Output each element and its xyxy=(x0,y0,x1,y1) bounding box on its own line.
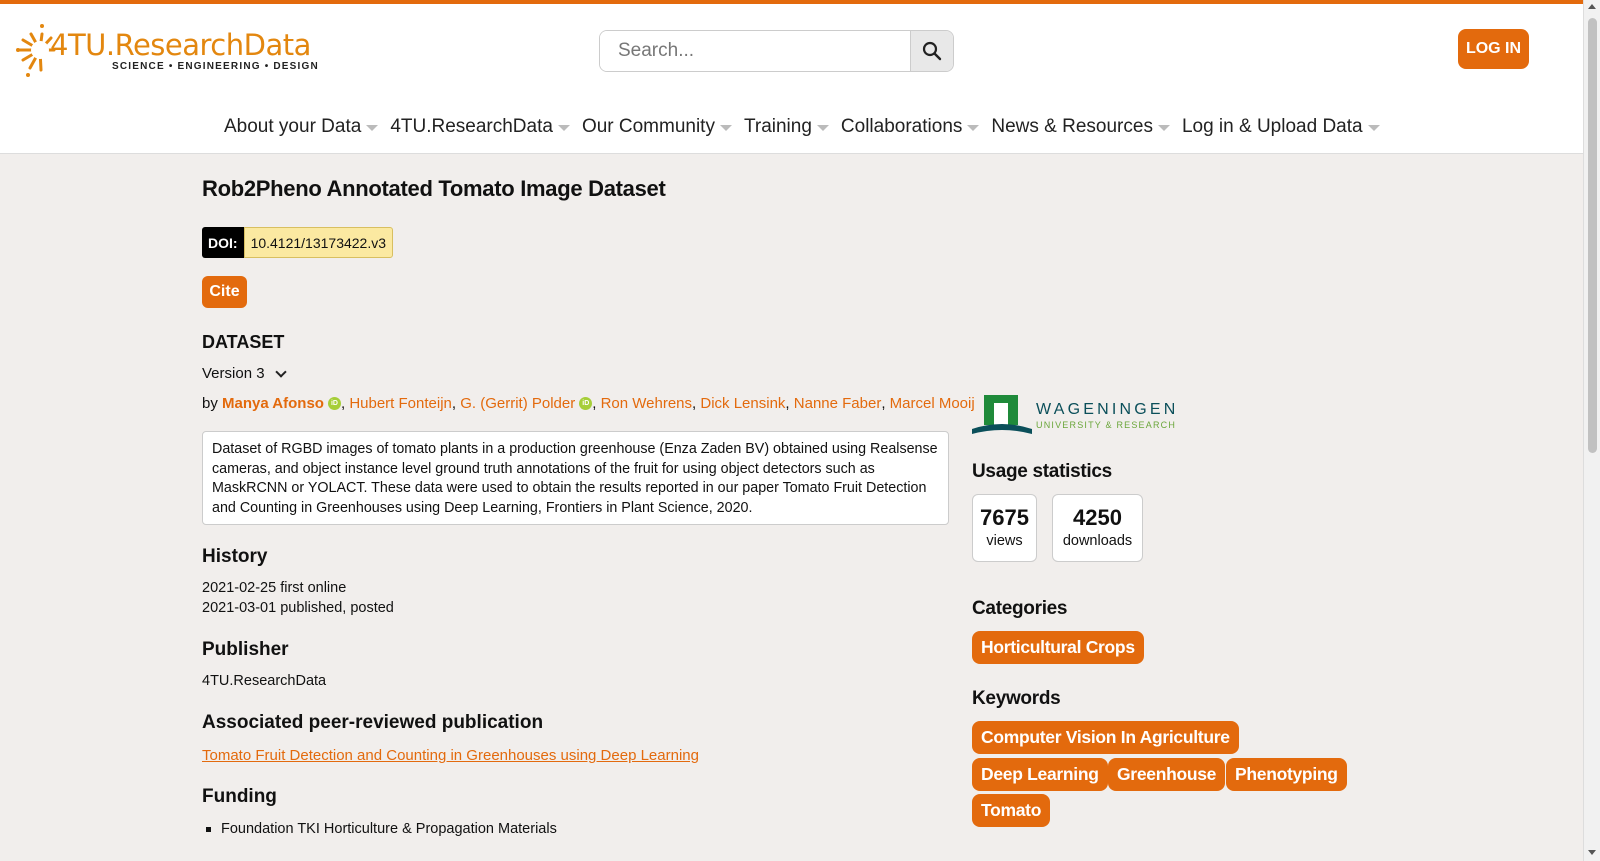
funding-heading: Funding xyxy=(202,786,277,807)
logo-title: 4TU.ResearchData xyxy=(50,28,311,62)
caret-down-icon xyxy=(967,125,980,131)
views-stat: 7675 views xyxy=(972,494,1037,562)
nav-item-login-upload[interactable]: Log in & Upload Data xyxy=(1182,116,1380,138)
funding-item: Foundation TKI Horticulture & Propagatio… xyxy=(202,821,557,837)
downloads-stat: 4250 downloads xyxy=(1052,494,1143,562)
site-logo[interactable]: 4TU.ResearchData SCIENCE • ENGINEERING •… xyxy=(14,20,318,77)
publication-heading: Associated peer-reviewed publication xyxy=(202,712,544,733)
nav-label: Log in & Upload Data xyxy=(1181,116,1363,137)
by-label: by xyxy=(202,395,218,412)
nav-item-our-community[interactable]: Our Community xyxy=(582,116,732,138)
views-count: 7675 xyxy=(980,505,1029,530)
downloads-label: downloads xyxy=(1062,533,1133,549)
author-link[interactable]: Hubert Fonteijn xyxy=(349,395,452,412)
funding-list: Foundation TKI Horticulture & Propagatio… xyxy=(202,821,557,837)
search-bar xyxy=(599,30,954,72)
nav-label: Training xyxy=(743,116,812,137)
keyword-tag[interactable]: Tomato xyxy=(972,794,1051,827)
author-link[interactable]: Ron Wehrens xyxy=(601,395,692,412)
dataset-main: Rob2Pheno Annotated Tomato Image Dataset… xyxy=(202,176,975,837)
institution-subtitle: UNIVERSITY & RESEARCH xyxy=(1036,419,1177,430)
site-header: 4TU.ResearchData SCIENCE • ENGINEERING •… xyxy=(0,4,1583,154)
author-link[interactable]: G. (Gerrit) Polder xyxy=(460,395,575,412)
institution-logo[interactable]: WAGENINGEN UNIVERSITY & RESEARCH xyxy=(972,393,1179,437)
keyword-tag[interactable]: Deep Learning xyxy=(972,758,1108,791)
nav-item-training[interactable]: Training xyxy=(744,116,829,138)
nav-label: About your Data xyxy=(224,116,362,137)
doi-label: DOI: xyxy=(202,227,244,258)
history-item: 2021-03-01 published, posted xyxy=(202,600,394,616)
chevron-down-icon xyxy=(274,365,287,378)
keywords-heading: Keywords xyxy=(972,688,1061,709)
caret-down-icon xyxy=(816,125,829,131)
version-selector[interactable]: Version 3 xyxy=(202,365,287,382)
author-link[interactable]: Dick Lensink xyxy=(700,395,785,412)
author-list: by Manya Afonso iD, Hubert Fonteijn, G. (… xyxy=(202,395,975,412)
nav-item-news-resources[interactable]: News & Resources xyxy=(991,116,1170,138)
nav-label: Collaborations xyxy=(840,116,963,137)
login-button[interactable]: LOG IN xyxy=(1458,29,1529,69)
sunburst-logo-icon xyxy=(14,20,56,77)
keyword-tag[interactable]: Phenotyping xyxy=(1226,758,1347,791)
downloads-count: 4250 xyxy=(1073,505,1122,530)
caret-down-icon xyxy=(1367,125,1380,131)
nav-item-4tu-researchdata[interactable]: 4TU.ResearchData xyxy=(390,116,570,138)
page-title: Rob2Pheno Annotated Tomato Image Dataset xyxy=(202,176,666,201)
wageningen-logo-icon xyxy=(972,395,1032,434)
orcid-icon[interactable]: iD xyxy=(327,397,341,410)
usage-heading: Usage statistics xyxy=(972,461,1112,482)
history-heading: History xyxy=(202,546,268,567)
caret-down-icon xyxy=(719,125,732,131)
scroll-down-arrow-icon[interactable] xyxy=(1588,850,1596,855)
institution-name: WAGENINGEN xyxy=(1036,400,1179,418)
cite-button[interactable]: Cite xyxy=(202,276,247,308)
search-input[interactable] xyxy=(600,31,910,71)
dataset-description: Dataset of RGBD images of tomato plants … xyxy=(202,431,949,525)
history-item: 2021-02-25 first online xyxy=(202,580,347,596)
nav-label: Our Community xyxy=(581,116,715,137)
keyword-tag[interactable]: Greenhouse xyxy=(1108,758,1226,791)
page-scrollbar[interactable] xyxy=(1583,0,1600,861)
scroll-up-arrow-icon[interactable] xyxy=(1588,4,1596,9)
nav-item-collaborations[interactable]: Collaborations xyxy=(840,116,980,138)
doi-value[interactable]: 10.4121/13173422.v3 xyxy=(243,227,394,258)
publication-link[interactable]: Tomato Fruit Detection and Counting in G… xyxy=(202,747,699,764)
keyword-tag[interactable]: Computer Vision In Agriculture xyxy=(972,721,1239,754)
doi-badge[interactable]: DOI: 10.4121/13173422.v3 xyxy=(202,227,394,258)
categories-heading: Categories xyxy=(972,598,1068,619)
author-link[interactable]: Marcel Mooij xyxy=(890,395,975,412)
caret-down-icon xyxy=(366,125,379,131)
logo-tagline: SCIENCE • ENGINEERING • DESIGN xyxy=(112,61,319,72)
search-button[interactable] xyxy=(910,31,953,71)
category-tag[interactable]: Horticultural Crops xyxy=(972,631,1144,664)
nav-label: 4TU.ResearchData xyxy=(390,116,553,137)
nav-item-about-your-data[interactable]: About your Data xyxy=(224,116,379,138)
caret-down-icon xyxy=(1157,125,1170,131)
orcid-icon[interactable]: iD xyxy=(579,397,593,410)
publisher-heading: Publisher xyxy=(202,639,289,660)
main-navigation: About your Data 4TU.ResearchData Our Com… xyxy=(224,116,1392,138)
nav-label: News & Resources xyxy=(991,116,1153,137)
scrollbar-thumb[interactable] xyxy=(1588,18,1597,453)
dataset-type-heading: DATASET xyxy=(202,332,285,352)
publisher-value: 4TU.ResearchData xyxy=(202,673,327,689)
author-link[interactable]: Manya Afonso xyxy=(222,395,324,412)
caret-down-icon xyxy=(557,125,570,131)
author-link[interactable]: Nanne Faber xyxy=(794,395,882,412)
views-label: views xyxy=(986,533,1023,549)
search-icon xyxy=(922,41,942,61)
version-label: Version 3 xyxy=(202,365,265,382)
